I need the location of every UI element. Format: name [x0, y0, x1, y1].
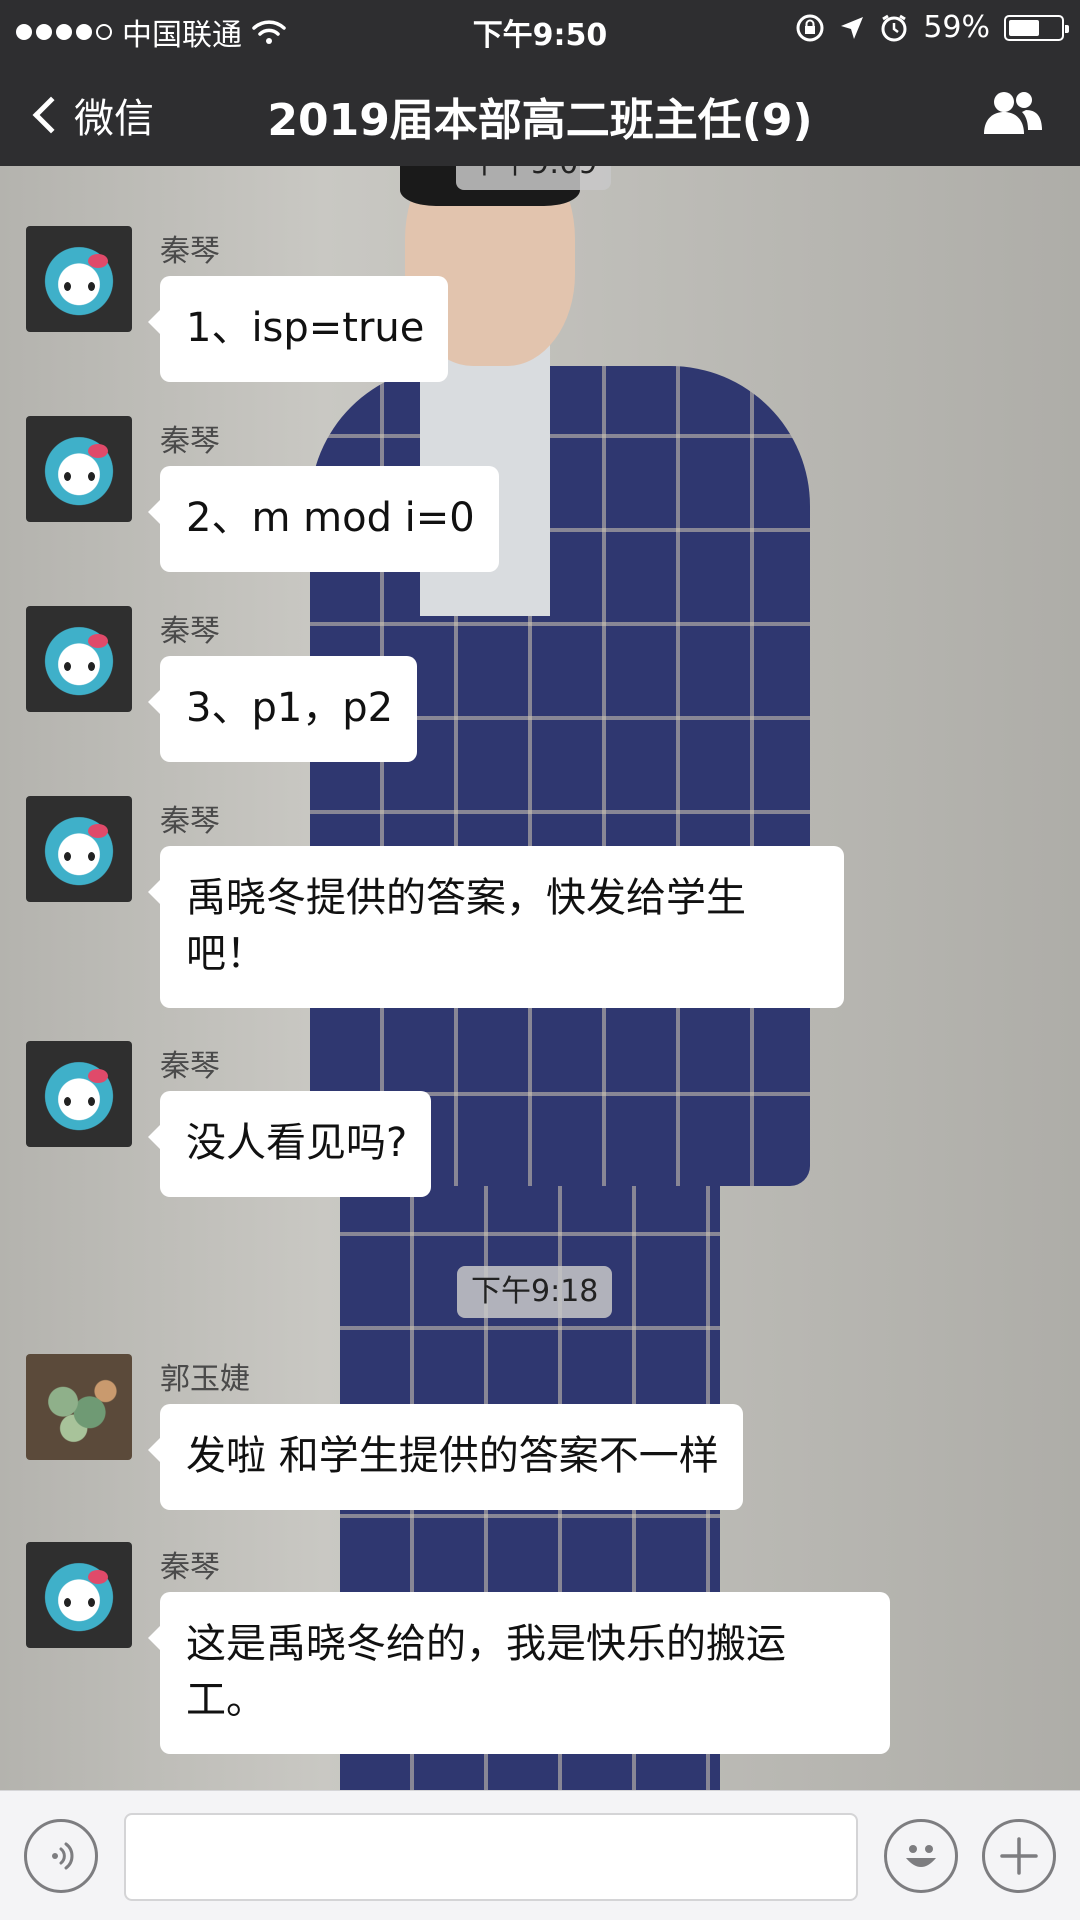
timestamp: 下午9:18: [457, 1266, 613, 1318]
voice-icon: [52, 1842, 74, 1870]
message-bubble[interactable]: 2、m mod i=0: [148, 466, 499, 572]
more-button[interactable]: [982, 1819, 1056, 1893]
message-text-line: 工。: [186, 1677, 266, 1723]
chat-title: 2019届本部高二班主任(9): [267, 95, 813, 146]
sender-name: 郭玉婕: [160, 1362, 250, 1397]
avatar[interactable]: [26, 606, 132, 712]
battery-level: [1009, 19, 1039, 36]
plus-icon: [1000, 1837, 1038, 1875]
message-bubble[interactable]: 没人看见吗?: [147, 1091, 432, 1197]
nav-bar: 微信 2019届本部高二班主任(9): [0, 58, 1080, 166]
group-members-icon[interactable]: [980, 88, 1044, 138]
battery-percent: 59%: [923, 10, 990, 45]
message-bubble[interactable]: 禹晓冬提供的答案，快发给学生 吧！: [148, 846, 844, 1008]
avatar[interactable]: [26, 1542, 132, 1648]
sender-name: 秦琴: [160, 614, 220, 649]
alarm-icon: [881, 14, 907, 41]
sender-name: 秦琴: [160, 424, 220, 459]
message-text-line: 吧！: [186, 931, 266, 977]
message-bubble[interactable]: 1、isp=true: [147, 276, 449, 382]
chat-background[interactable]: 下午9:09 秦琴 1、isp=true 秦琴 2、m mod i=0 秦琴 3…: [0, 166, 1080, 1790]
emoji-icon: [906, 1845, 936, 1867]
sender-name: 秦琴: [160, 234, 220, 269]
sender-name: 秦琴: [160, 804, 220, 839]
avatar[interactable]: [26, 796, 132, 902]
avatar[interactable]: [26, 1041, 132, 1147]
message-text-line: 这是禹晓冬给的，我是快乐的搬运: [186, 1621, 786, 1667]
location-icon: [841, 16, 864, 39]
input-bar: [0, 1790, 1080, 1920]
message-text-line: 禹晓冬提供的答案，快发给学生: [186, 875, 746, 921]
timestamp-partial: 下午9:09: [456, 166, 612, 190]
battery-icon: [1004, 14, 1069, 41]
sender-name: 秦琴: [160, 1049, 220, 1084]
message-bubble[interactable]: 发啦 和学生提供的答案不一样: [148, 1404, 743, 1510]
message-bubble[interactable]: 3、p1，p2: [147, 656, 418, 762]
emoji-button[interactable]: [884, 1819, 958, 1893]
voice-button[interactable]: [24, 1819, 98, 1893]
rotation-lock-icon: [796, 14, 824, 41]
avatar[interactable]: [26, 226, 132, 332]
message-input[interactable]: [124, 1813, 858, 1901]
message-bubble[interactable]: 这是禹晓冬给的，我是快乐的搬运 工。: [148, 1592, 890, 1754]
sender-name: 秦琴: [160, 1550, 220, 1585]
status-bar: 中国联通 下午9:50 59%: [0, 0, 1080, 58]
avatar[interactable]: [26, 416, 132, 522]
status-right: 59%: [795, 10, 1069, 45]
avatar[interactable]: [26, 1354, 132, 1460]
